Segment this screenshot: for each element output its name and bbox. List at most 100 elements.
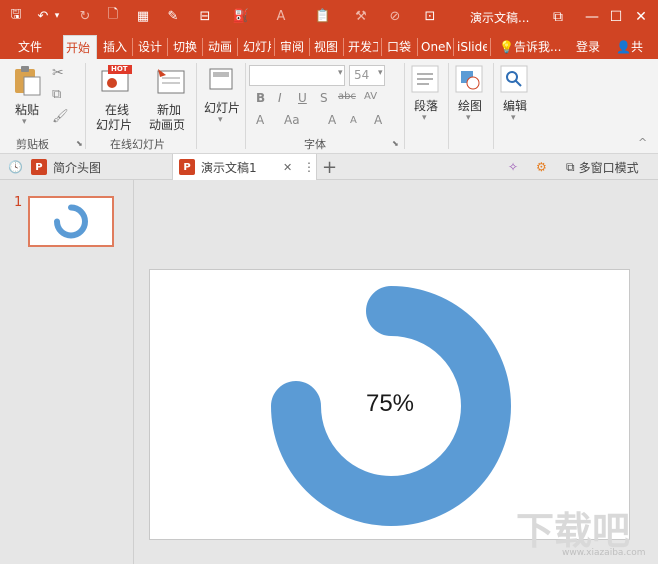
magic-icon[interactable]: ✧: [508, 154, 528, 180]
paste-button[interactable]: 粘贴: [12, 101, 42, 118]
undo-icon[interactable]: ↶: [34, 5, 52, 27]
drawing-button[interactable]: 绘图: [450, 97, 490, 114]
grow-font-button[interactable]: A: [328, 113, 336, 127]
font-launcher-icon[interactable]: ⬊: [392, 139, 399, 148]
thumbnail-ring: [54, 204, 88, 239]
shrink-font-button[interactable]: A: [350, 115, 357, 126]
strikethrough-button[interactable]: abc: [338, 91, 356, 102]
doc-tab-label: 演示文稿1: [201, 160, 257, 175]
settings-gear-icon[interactable]: ⚙: [536, 154, 556, 180]
tell-me-text: 告诉我...: [513, 40, 562, 54]
tab-developer[interactable]: 开发工具: [346, 35, 378, 59]
paste-icon[interactable]: [12, 65, 42, 97]
tab-view[interactable]: 视图: [312, 35, 340, 59]
eyedropper-icon[interactable]: ✎: [164, 5, 182, 27]
tab-onenote[interactable]: OneNote: [419, 35, 451, 59]
online-slides-button[interactable]: 幻灯片: [90, 116, 138, 133]
new-animation-page-button[interactable]: 动画页: [142, 116, 192, 133]
group-separator: [245, 63, 246, 149]
format-painter-icon[interactable]: 🖌: [52, 109, 69, 124]
tab-more-icon[interactable]: ⋮: [303, 160, 315, 174]
font-size-dropdown-icon[interactable]: ▾: [378, 68, 383, 78]
brush-icon[interactable]: ⚒: [350, 5, 372, 27]
editing-button[interactable]: 编辑: [495, 97, 535, 114]
search-icon[interactable]: [500, 65, 528, 93]
tab-separator: [343, 38, 344, 56]
user-icon: 👤: [616, 40, 631, 54]
doc-tab-intro[interactable]: 🕓 P 简介头图: [8, 154, 148, 180]
change-case-button[interactable]: Aa: [284, 113, 300, 127]
font-name-dropdown-icon[interactable]: ▾: [338, 68, 343, 78]
multi-window-button[interactable]: ⧉ 多窗口模式: [566, 154, 656, 180]
drawing-dropdown-icon[interactable]: ▾: [466, 113, 471, 123]
font-name-field[interactable]: [249, 65, 345, 86]
close-tab-icon[interactable]: ✕: [283, 161, 292, 174]
close-button[interactable]: ✕: [624, 0, 658, 33]
tab-transitions[interactable]: 切换: [171, 35, 199, 59]
font-color-icon[interactable]: A: [272, 5, 290, 27]
slides-icon[interactable]: [208, 67, 234, 91]
restore-ribbon-icon[interactable]: ⧉: [541, 0, 575, 33]
paste-dropdown-icon[interactable]: ▾: [22, 117, 27, 127]
bold-button[interactable]: B: [256, 91, 265, 105]
cut-icon[interactable]: ✂: [52, 65, 64, 81]
drawing-icon[interactable]: [455, 65, 483, 93]
paragraph-button[interactable]: 段落: [406, 97, 446, 114]
tab-separator: [202, 38, 203, 56]
shadow-button[interactable]: S: [320, 91, 328, 105]
fill-icon[interactable]: ⛽: [230, 5, 252, 27]
group-separator: [448, 63, 449, 149]
share-button[interactable]: 👤共: [614, 35, 654, 59]
editing-dropdown-icon[interactable]: ▾: [511, 113, 516, 123]
slide-thumbnail[interactable]: [28, 196, 114, 247]
paragraph-dropdown-icon[interactable]: ▾: [422, 113, 427, 123]
underline-button[interactable]: U: [298, 91, 307, 105]
new-document-icon[interactable]: 🗋: [104, 5, 122, 27]
align-icon[interactable]: ⊟: [194, 5, 216, 27]
tab-separator: [309, 38, 310, 56]
tab-slideshow[interactable]: 幻灯片: [241, 35, 271, 59]
tab-animations[interactable]: 动画: [206, 35, 234, 59]
paragraph-icon[interactable]: [411, 65, 439, 93]
tab-separator: [237, 38, 238, 56]
doc-tab-presentation[interactable]: P 演示文稿1 ✕ ⋮: [172, 154, 317, 180]
group-separator: [493, 63, 494, 149]
tab-separator: [381, 38, 382, 56]
ribbon: 粘贴 ▾ ✂ ⧉ 🖌 剪贴板 ⬊ HOT 在线 幻灯片 新加 动画页 在线幻灯片…: [0, 59, 658, 154]
redo-icon[interactable]: ↻: [76, 5, 94, 27]
grid-icon[interactable]: ▦: [134, 5, 152, 27]
save-icon[interactable]: 🖫: [6, 5, 26, 27]
paste-icon[interactable]: 📋: [312, 5, 334, 27]
slides-dropdown-icon[interactable]: ▾: [218, 115, 223, 125]
slide-thumbnail-panel: 1: [0, 180, 134, 564]
group-separator: [196, 63, 197, 149]
copy-icon[interactable]: ⧉: [52, 87, 61, 102]
tab-insert[interactable]: 插入: [101, 35, 129, 59]
watermark-url: www.xiazaiba.com: [562, 548, 646, 558]
percent-label: 75%: [365, 390, 415, 417]
add-tab-button[interactable]: +: [322, 154, 338, 180]
tab-home[interactable]: 开始: [63, 35, 97, 59]
multi-window-label: 多窗口模式: [578, 160, 639, 175]
undo-dropdown-icon[interactable]: ▾: [52, 5, 62, 27]
tab-design[interactable]: 设计: [136, 35, 164, 59]
new-animation-page-icon[interactable]: [156, 67, 186, 95]
italic-button[interactable]: I: [278, 91, 282, 105]
select-icon[interactable]: ⊡: [420, 5, 440, 27]
collapse-ribbon-icon[interactable]: ^: [638, 136, 647, 149]
group-font-label: 字体: [304, 138, 326, 151]
login-button[interactable]: 登录: [574, 35, 602, 59]
font-color-button[interactable]: A: [256, 113, 264, 127]
clipboard-launcher-icon[interactable]: ⬊: [76, 139, 83, 148]
tab-file[interactable]: 文件: [16, 35, 46, 59]
tab-review[interactable]: 审阅: [278, 35, 306, 59]
doc-tab-label: 简介头图: [52, 160, 101, 175]
shape-icon[interactable]: ⊘: [384, 5, 406, 27]
character-spacing-button[interactable]: AV: [364, 91, 377, 102]
tell-me-box[interactable]: 💡告诉我...: [497, 35, 565, 59]
tab-pocket[interactable]: 口袋: [385, 35, 415, 59]
tab-islide[interactable]: iSlide: [455, 35, 487, 59]
clear-formatting-button[interactable]: A: [374, 113, 382, 127]
group-separator: [404, 63, 405, 149]
slides-button[interactable]: 幻灯片: [200, 99, 244, 116]
